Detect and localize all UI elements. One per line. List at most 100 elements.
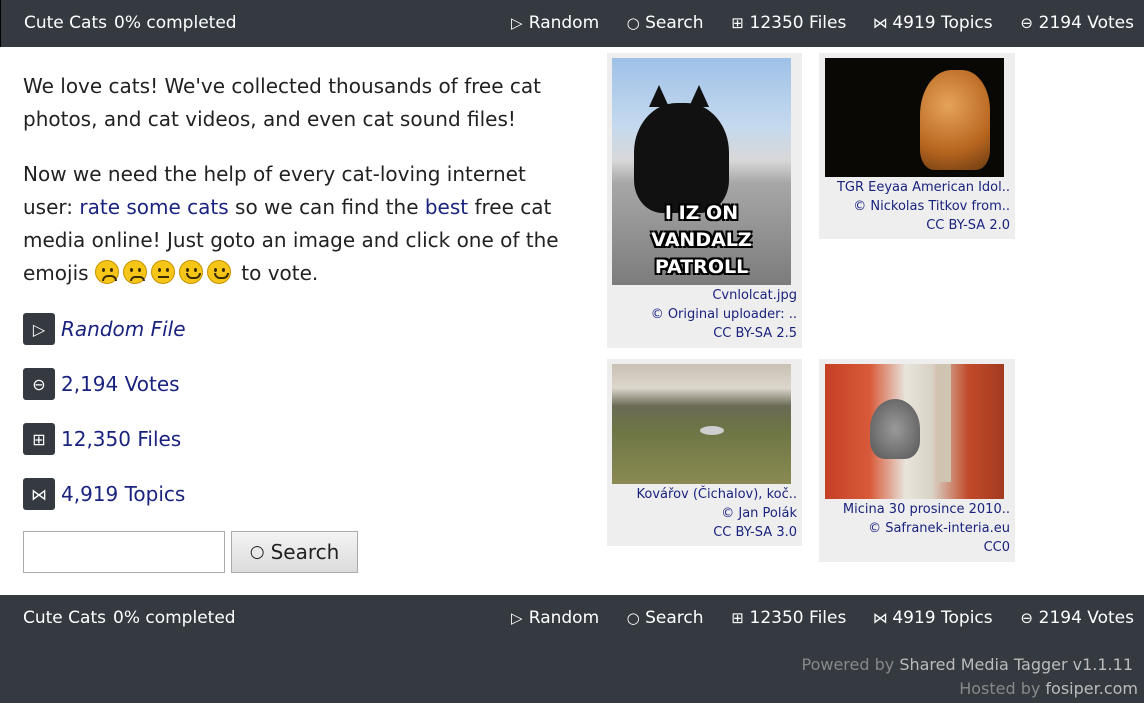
fosiper-link[interactable]: fosiper.com — [1045, 679, 1138, 698]
slightly-smiling-face-icon — [178, 260, 203, 284]
nav-files-label: 12350 Files — [749, 608, 847, 628]
media-card[interactable]: I IZ ON VANDALZ PATROLL Cvnlolcat.jpg © … — [607, 53, 802, 348]
powered-by: Powered by Shared Media Tagger v1.1.11 H… — [801, 653, 1139, 701]
card-credit[interactable]: © Nickolas Titkov from.. — [837, 197, 1010, 216]
black-cat-shape — [634, 85, 729, 213]
card-license[interactable]: CC BY-SA 3.0 — [637, 523, 797, 542]
intro-text-b: so we can find the — [228, 195, 425, 219]
site-title[interactable]: Cute Cats — [23, 608, 106, 628]
card-title[interactable]: Cvnlolcat.jpg — [651, 286, 797, 305]
nav-topics[interactable]: ⋈ 4919 Topics — [872, 608, 993, 628]
cat-thumbnail[interactable]: I IZ ON VANDALZ PATROLL — [612, 58, 791, 285]
card-title[interactable]: Kovářov (Čichalov), koč.. — [637, 485, 797, 504]
nav-topics-label: 4919 Topics — [892, 608, 993, 628]
random-file-label[interactable]: Random File — [61, 317, 186, 341]
best-link[interactable]: best — [425, 195, 468, 219]
hosted-by-line: Hosted by fosiper.com — [802, 677, 1138, 701]
footer: Powered by Shared Media Tagger v1.1.11 H… — [0, 642, 1144, 703]
search-icon: ○ — [626, 609, 640, 627]
media-card[interactable]: TGR Eeyaa American Idol.. © Nickolas Tit… — [819, 53, 1015, 239]
search-icon: ○ — [249, 542, 265, 562]
nav-topics-label: 4919 Topics — [892, 13, 993, 33]
search-input[interactable] — [23, 531, 225, 573]
intro-paragraph-2: Now we need the help of every cat-loving… — [23, 158, 563, 290]
powered-prefix: Powered by — [801, 655, 900, 674]
nav-search-label: Search — [645, 608, 704, 628]
vote-icon: ⊖ — [1020, 609, 1033, 627]
media-card[interactable]: Micina 30 prosince 2010.. © Safranek-int… — [819, 359, 1015, 562]
card-credit[interactable]: © Original uploader: .. — [651, 305, 797, 324]
nav-random[interactable]: ▷ Random — [509, 13, 599, 33]
votes-link[interactable]: ⊖ 2,194 Votes — [23, 368, 180, 400]
bottom-nav-bar: Cute Cats 0% completed ▷ Random ○ Search ⊞… — [0, 595, 1144, 642]
grid-icon: ⊞ — [731, 14, 744, 32]
nav-topics[interactable]: ⋈ 4919 Topics — [872, 13, 993, 33]
hosted-prefix: Hosted by — [959, 679, 1046, 698]
card-license[interactable]: CC BY-SA 2.5 — [651, 324, 797, 343]
intro-section: We love cats! We've collected thousands … — [23, 70, 563, 573]
card-license[interactable]: CC0 — [843, 538, 1010, 557]
media-card[interactable]: Kovářov (Čichalov), koč.. © Jan Polák CC… — [607, 359, 802, 546]
nav-search-label: Search — [645, 13, 704, 33]
neutral-face-icon — [150, 260, 175, 284]
progress-text[interactable]: 0% completed — [114, 13, 237, 33]
cat-thumbnail[interactable] — [825, 364, 1004, 499]
bengal-cat-shape — [920, 70, 990, 170]
meme-caption: I IZ ON VANDALZ PATROLL — [651, 202, 752, 278]
site-title[interactable]: Cute Cats — [24, 13, 107, 33]
progress-text[interactable]: 0% completed — [113, 608, 236, 628]
nav-votes-label: 2194 Votes — [1038, 608, 1134, 628]
grid-icon: ⊞ — [23, 423, 55, 455]
card-captions: TGR Eeyaa American Idol.. © Nickolas Tit… — [837, 178, 1010, 235]
slightly-frowning-face-icon — [122, 260, 147, 284]
tabby-cat-shape — [870, 399, 920, 459]
small-cat-shape — [700, 426, 724, 435]
vote-icon: ⊖ — [23, 368, 55, 400]
card-title[interactable]: TGR Eeyaa American Idol.. — [837, 178, 1010, 197]
files-label[interactable]: 12,350 Files — [61, 427, 181, 451]
card-captions: Cvnlolcat.jpg © Original uploader: .. CC… — [651, 286, 797, 343]
scratching-post-shape — [937, 364, 951, 482]
card-credit[interactable]: © Safranek-interia.eu — [843, 519, 1010, 538]
card-captions: Kovářov (Čichalov), koč.. © Jan Polák CC… — [637, 485, 797, 542]
nav-votes[interactable]: ⊖ 2194 Votes — [1019, 608, 1134, 628]
search-button-label: Search — [270, 540, 340, 564]
random-file-link[interactable]: ▷ Random File — [23, 313, 186, 345]
bowtie-icon: ⋈ — [872, 14, 888, 32]
topics-link[interactable]: ⋈ 4,919 Topics — [23, 478, 185, 510]
top-nav-bar: Cute Cats 0% completed ▷ Random ○ Search ⊞… — [0, 0, 1144, 47]
nav-votes[interactable]: ⊖ 2194 Votes — [1019, 13, 1134, 33]
bottom-nav-items: ▷ Random ○ Search ⊞ 12350 Files ⋈ 4919 Topic… — [483, 608, 1134, 628]
grid-icon: ⊞ — [731, 609, 744, 627]
frowning-face-icon — [94, 260, 119, 284]
card-title[interactable]: Micina 30 prosince 2010.. — [843, 500, 1010, 519]
play-icon: ▷ — [510, 14, 523, 32]
nav-search[interactable]: ○ Search — [625, 13, 704, 33]
votes-label[interactable]: 2,194 Votes — [61, 372, 180, 396]
shared-media-tagger-link[interactable]: Shared Media Tagger v1.1.11 — [899, 655, 1133, 674]
card-captions: Micina 30 prosince 2010.. © Safranek-int… — [843, 500, 1010, 557]
search-button[interactable]: ○ Search — [231, 531, 358, 573]
nav-files-label: 12350 Files — [749, 13, 847, 33]
cat-thumbnail[interactable] — [612, 364, 791, 484]
nav-files[interactable]: ⊞ 12350 Files — [730, 13, 847, 33]
search-icon: ○ — [626, 14, 640, 32]
topics-label[interactable]: 4,919 Topics — [61, 482, 185, 506]
smiling-face-icon — [206, 260, 231, 284]
top-nav-items: ▷ Random ○ Search ⊞ 12350 Files ⋈ 4919 Topic… — [483, 13, 1134, 33]
nav-votes-label: 2194 Votes — [1038, 13, 1134, 33]
nav-search[interactable]: ○ Search — [625, 608, 704, 628]
rate-some-cats-link[interactable]: rate some cats — [79, 195, 228, 219]
search-form: ○ Search — [23, 531, 358, 573]
play-icon: ▷ — [23, 313, 55, 345]
files-link[interactable]: ⊞ 12,350 Files — [23, 423, 181, 455]
intro-text-d: to vote. — [234, 261, 319, 285]
card-license[interactable]: CC BY-SA 2.0 — [837, 216, 1010, 235]
nav-files[interactable]: ⊞ 12350 Files — [730, 608, 847, 628]
card-credit[interactable]: © Jan Polák — [637, 504, 797, 523]
bowtie-icon: ⋈ — [23, 478, 55, 510]
intro-paragraph-1: We love cats! We've collected thousands … — [23, 74, 541, 131]
nav-random-label: Random — [528, 13, 600, 33]
nav-random[interactable]: ▷ Random — [509, 608, 599, 628]
cat-thumbnail[interactable] — [825, 58, 1004, 177]
